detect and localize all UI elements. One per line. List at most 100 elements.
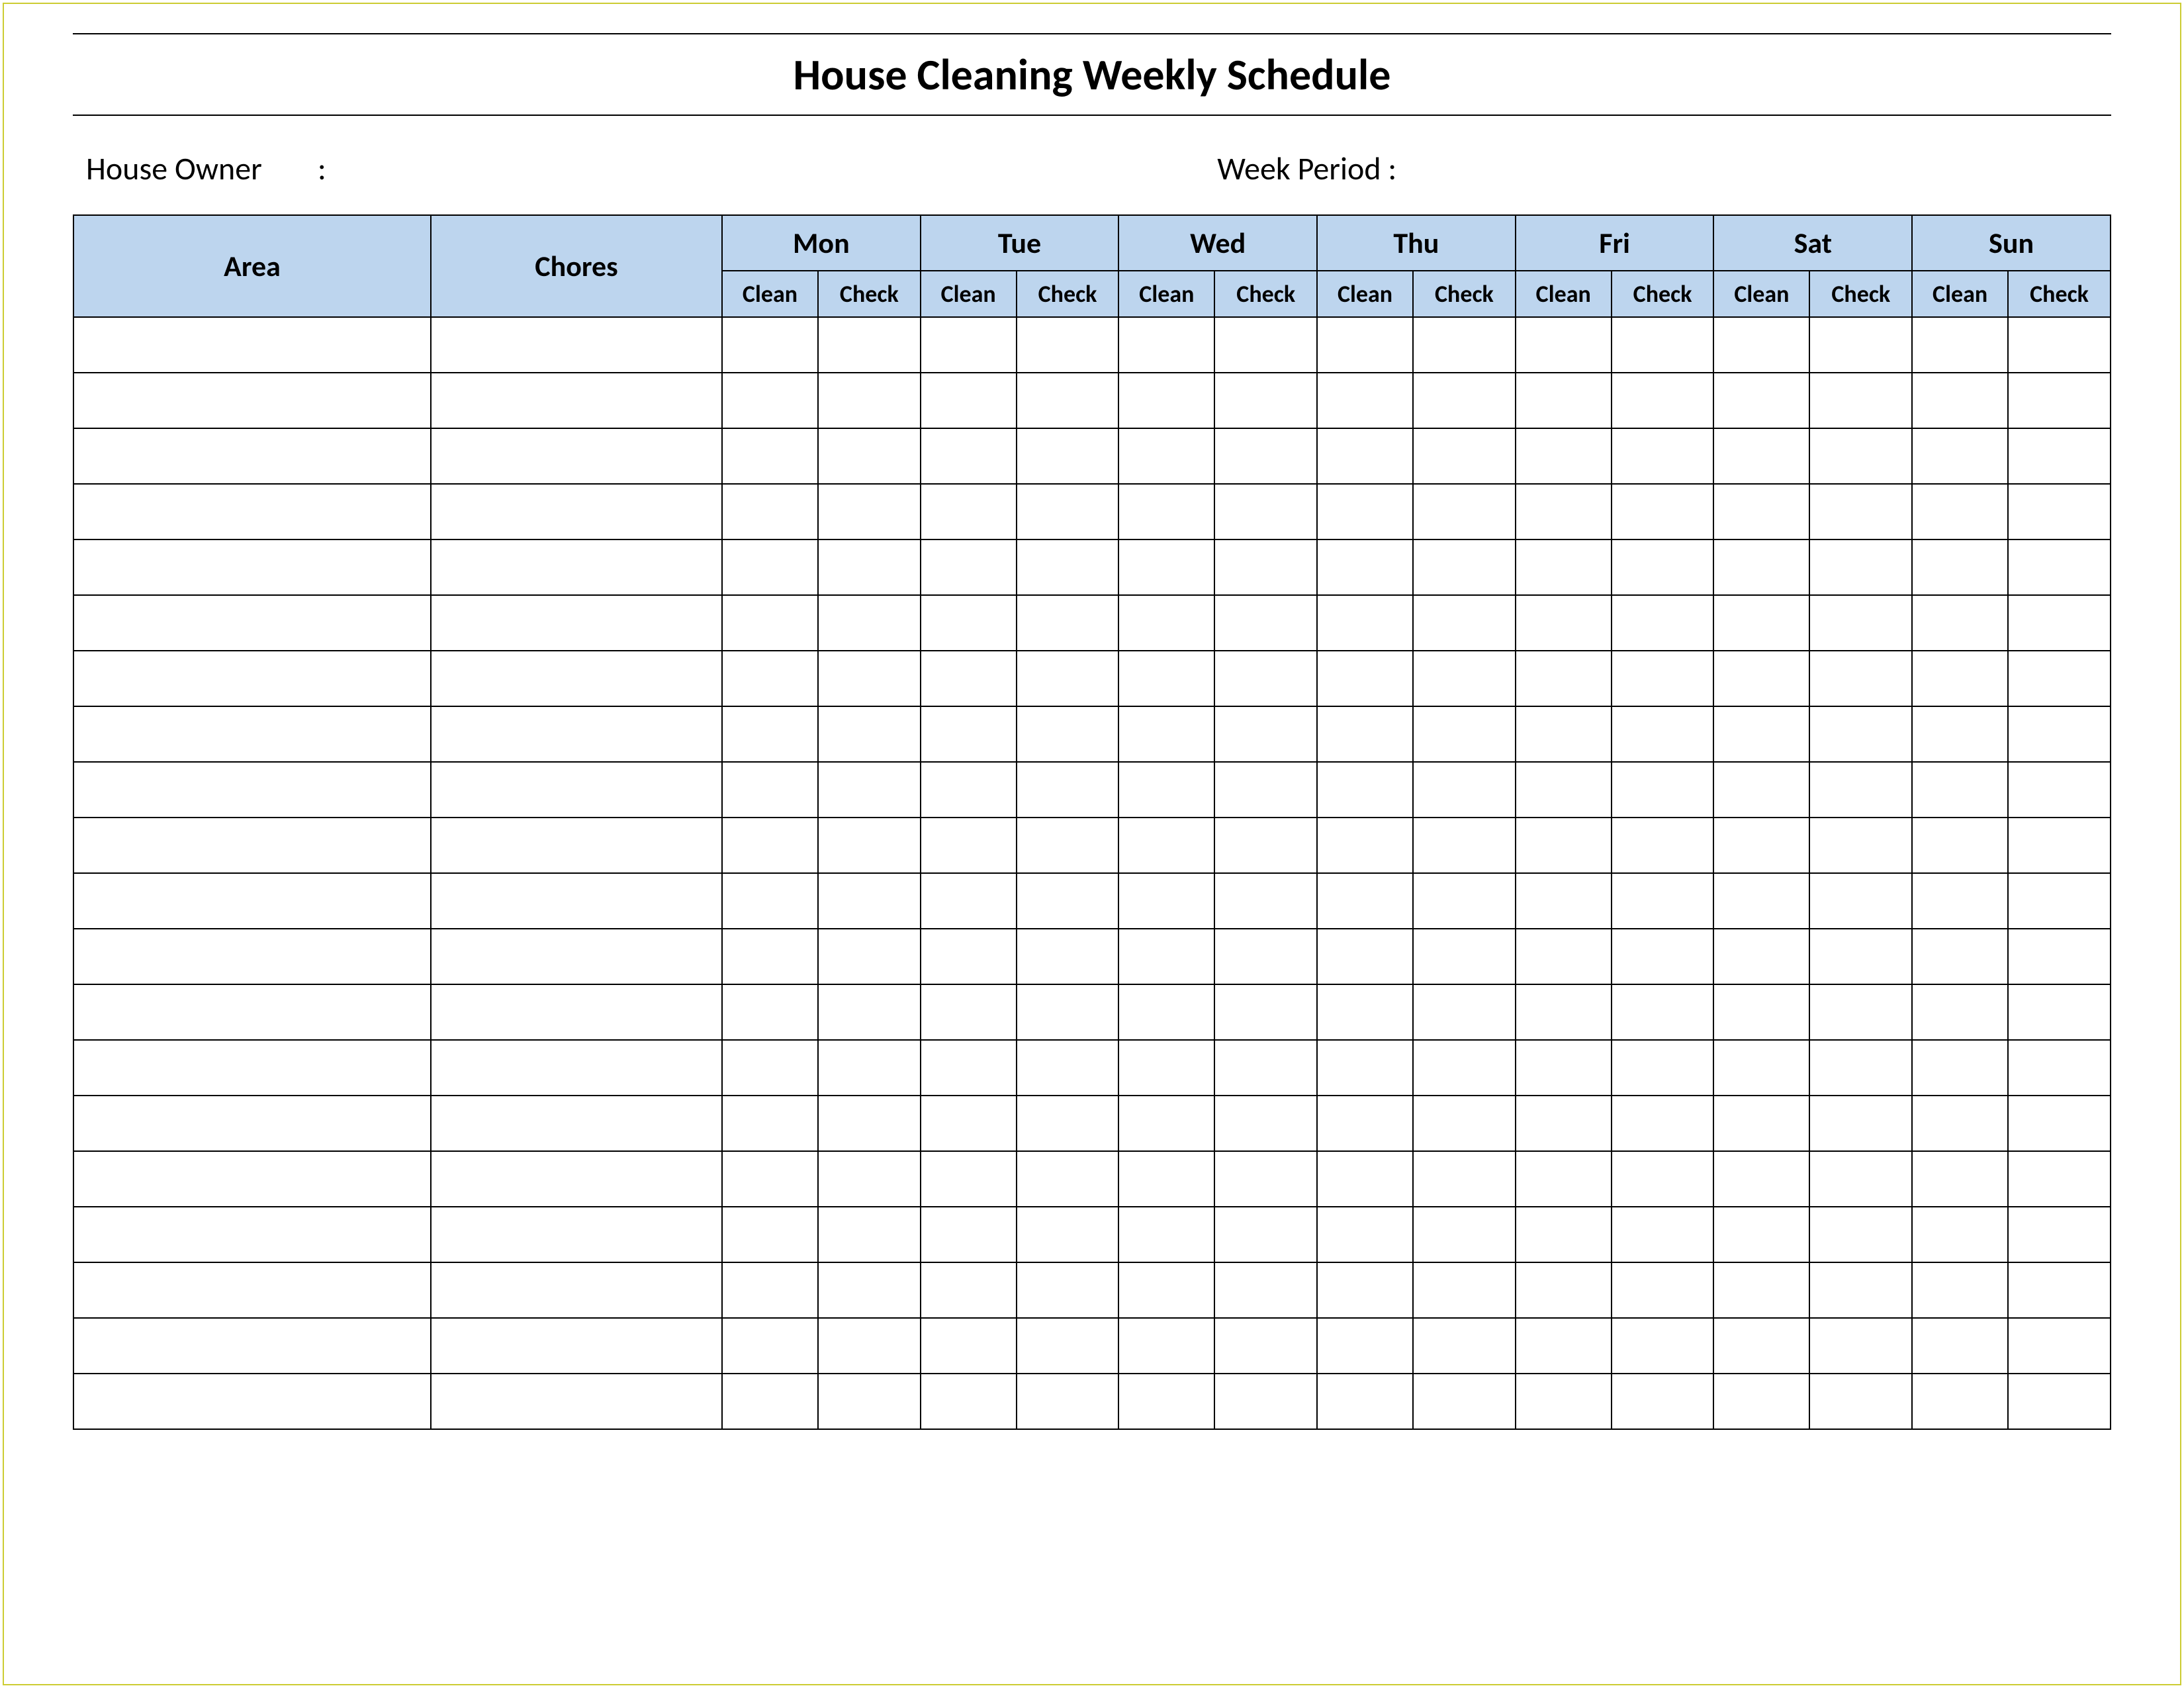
table-cell (1118, 1262, 1214, 1318)
table-cell (1713, 1096, 1809, 1151)
table-cell (1516, 1151, 1612, 1207)
table-cell (1809, 539, 1912, 595)
table-cell (1912, 706, 2008, 762)
table-row (73, 484, 2111, 539)
table-cell (1118, 651, 1214, 706)
col-header-area: Area (73, 215, 431, 317)
table-cell (73, 595, 431, 651)
table-cell (73, 1096, 431, 1151)
meta-row: House Owner : Week Period : (73, 116, 2111, 214)
table-cell (1912, 1040, 2008, 1096)
table-cell (1118, 539, 1214, 595)
table-cell (1612, 373, 1714, 428)
table-cell (1612, 1040, 1714, 1096)
table-cell (73, 1262, 431, 1318)
table-cell (1912, 1096, 2008, 1151)
table-cell (921, 762, 1017, 818)
table-cell (1516, 1318, 1612, 1374)
table-cell (73, 762, 431, 818)
table-cell (431, 428, 722, 484)
table-cell (1413, 484, 1516, 539)
table-cell (1612, 1374, 1714, 1429)
table-cell (1413, 317, 1516, 373)
table-cell (1612, 1096, 1714, 1151)
table-cell (1017, 1040, 1119, 1096)
table-cell (2008, 428, 2111, 484)
table-cell (1214, 1151, 1317, 1207)
table-row (73, 1207, 2111, 1262)
table-cell (73, 539, 431, 595)
table-cell (1912, 873, 2008, 929)
table-cell (1017, 1207, 1119, 1262)
table-cell (1809, 706, 1912, 762)
table-cell (921, 1207, 1017, 1262)
table-cell (1612, 929, 1714, 984)
table-cell (1912, 317, 2008, 373)
table-cell (1713, 651, 1809, 706)
table-cell (2008, 1040, 2111, 1096)
table-cell (722, 984, 818, 1040)
table-cell (1317, 651, 1413, 706)
table-cell (818, 1096, 921, 1151)
table-cell (921, 984, 1017, 1040)
table-cell (73, 373, 431, 428)
table-cell (921, 873, 1017, 929)
table-cell (722, 373, 818, 428)
table-cell (1713, 873, 1809, 929)
header-row-days: Area Chores Mon Tue Wed Thu Fri Sat Sun (73, 215, 2111, 271)
table-cell (1809, 484, 1912, 539)
table-cell (1017, 1262, 1119, 1318)
table-cell (722, 484, 818, 539)
table-cell (2008, 1374, 2111, 1429)
table-cell (1713, 539, 1809, 595)
table-cell (1912, 484, 2008, 539)
table-cell (1017, 373, 1119, 428)
col-header-fri: Fri (1516, 215, 1714, 271)
table-cell (1017, 651, 1119, 706)
table-cell (921, 595, 1017, 651)
table-cell (73, 317, 431, 373)
table-cell (1516, 873, 1612, 929)
table-cell (1017, 1374, 1119, 1429)
table-cell (1017, 317, 1119, 373)
table-cell (1809, 1207, 1912, 1262)
table-cell (1413, 1207, 1516, 1262)
table-cell (73, 651, 431, 706)
table-cell (73, 873, 431, 929)
title-section: House Cleaning Weekly Schedule (73, 33, 2111, 116)
col-header-chores: Chores (431, 215, 722, 317)
table-cell (1413, 539, 1516, 595)
table-cell (818, 762, 921, 818)
table-cell (1017, 595, 1119, 651)
table-cell (1713, 984, 1809, 1040)
table-cell (1413, 1040, 1516, 1096)
table-cell (1214, 818, 1317, 873)
table-cell (431, 1040, 722, 1096)
table-cell (921, 1262, 1017, 1318)
table-cell (1118, 1207, 1214, 1262)
table-cell (1017, 428, 1119, 484)
table-cell (431, 651, 722, 706)
table-cell (1713, 317, 1809, 373)
table-cell (431, 818, 722, 873)
table-cell (1612, 706, 1714, 762)
table-cell (1118, 706, 1214, 762)
table-cell (73, 484, 431, 539)
owner-separator: : (318, 149, 326, 188)
table-cell (2008, 595, 2111, 651)
table-cell (1317, 873, 1413, 929)
table-cell (722, 1151, 818, 1207)
table-cell (1713, 929, 1809, 984)
table-cell (1713, 1040, 1809, 1096)
table-body (73, 317, 2111, 1429)
table-cell (1017, 762, 1119, 818)
subcol-fri-clean: Clean (1516, 271, 1612, 317)
table-cell (1214, 1040, 1317, 1096)
table-cell (1317, 984, 1413, 1040)
table-cell (1516, 1262, 1612, 1318)
table-cell (722, 1318, 818, 1374)
table-cell (1413, 428, 1516, 484)
table-cell (1017, 873, 1119, 929)
table-cell (1214, 539, 1317, 595)
table-cell (1214, 762, 1317, 818)
